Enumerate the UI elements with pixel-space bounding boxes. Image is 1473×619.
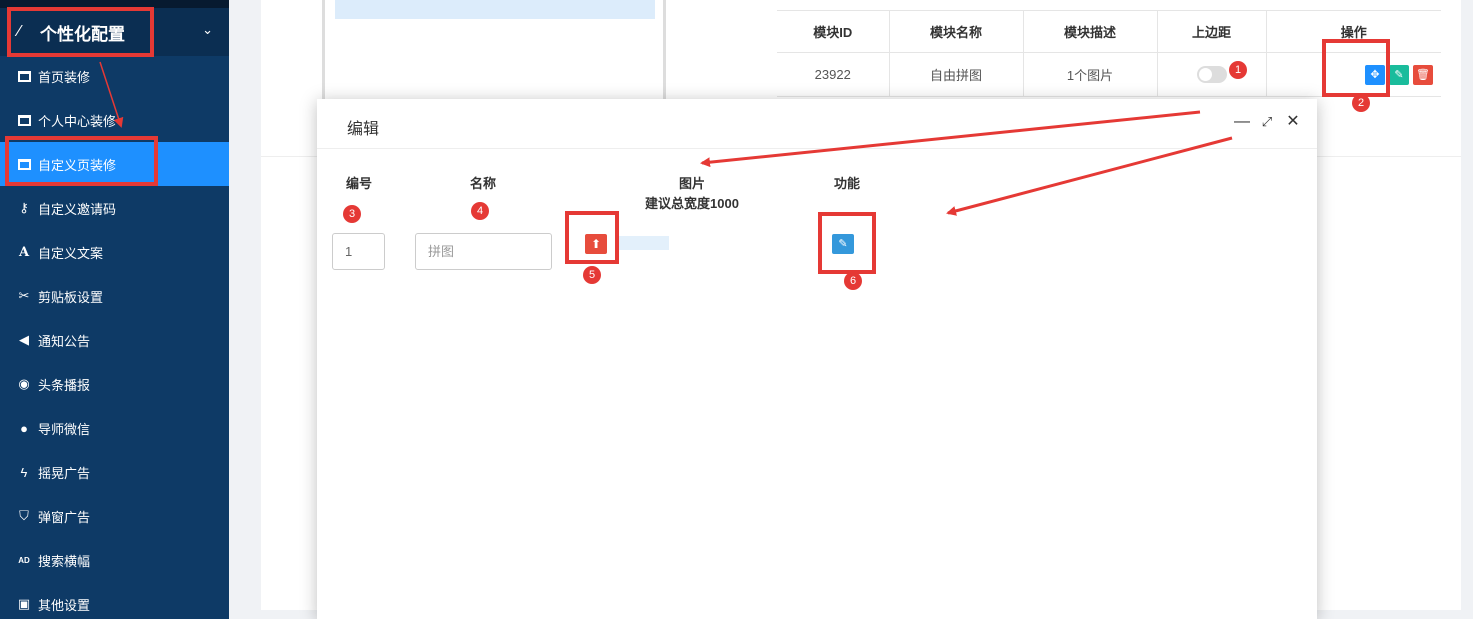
sidebar-item-clipboard[interactable]: ✂ 剪贴板设置: [0, 274, 229, 318]
column-function-label: 功能: [833, 176, 860, 191]
sidebar: ⁄ 个性化配置 ⌄ 首页装修 个人中心装修 自定义页装修 ⚷ 自定义邀请码 A …: [0, 0, 229, 619]
edit-button[interactable]: ✎: [1389, 64, 1409, 85]
column-name-label: 名称: [469, 176, 496, 191]
annotation-badge-5: 5: [583, 266, 601, 284]
column-header-module-id: 模块ID: [777, 10, 889, 53]
column-header-module-name: 模块名称: [888, 10, 1023, 53]
sidebar-item-other-settings[interactable]: ▣ 其他设置: [0, 582, 229, 619]
column-number-label: 编号: [345, 176, 372, 191]
annotation-box-function: [818, 212, 876, 274]
annotation-badge-4: 4: [471, 202, 489, 220]
sidebar-item-label: 摇晃广告: [38, 465, 91, 481]
name-input[interactable]: 拼图: [415, 233, 552, 270]
column-header-module-desc: 模块描述: [1022, 10, 1157, 53]
close-icon[interactable]: ✕: [1284, 113, 1302, 131]
sidebar-item-label: 弹窗广告: [38, 509, 91, 525]
annotation-box-actions: [1322, 39, 1390, 97]
sidebar-item-label: 头条播报: [38, 377, 91, 393]
annotation-box-upload: [565, 211, 619, 264]
modal-title: 编辑: [347, 121, 380, 138]
annotation-badge-1: 1: [1229, 61, 1247, 79]
sidebar-item-headline[interactable]: ◉ 头条播报: [0, 362, 229, 406]
sidebar-item-label: 首页装修: [38, 69, 91, 85]
sidebar-item-label: 通知公告: [38, 333, 91, 349]
image-icon: ▣: [17, 596, 31, 611]
sidebar-item-label: 个人中心装修: [38, 113, 117, 129]
maximize-icon[interactable]: ⤢: [1258, 113, 1276, 131]
sidebar-item-notice[interactable]: ◀ 通知公告: [0, 318, 229, 362]
chevron-down-icon: ⌄: [202, 22, 213, 37]
phone-preview: [322, 0, 666, 100]
sidebar-item-mentor-wechat[interactable]: ● 导师微信: [0, 406, 229, 450]
shield-icon: ⛉: [19, 508, 29, 523]
podcast-icon: ◉: [18, 376, 30, 391]
modal-header: 编辑 — ⤢ ✕: [317, 99, 1317, 149]
sidebar-item-label: 其他设置: [38, 597, 91, 613]
scissors-icon: ✂: [18, 288, 30, 303]
key-icon: ⚷: [19, 200, 29, 215]
sidebar-item-label: 自定义文案: [38, 245, 104, 261]
cell-top-margin: [1156, 52, 1266, 97]
cell-module-name: 自由拼图: [888, 52, 1023, 97]
sidebar-item-label: 自定义邀请码: [38, 201, 117, 217]
annotation-badge-3: 3: [343, 205, 361, 223]
window-icon: [16, 112, 32, 128]
image-width-hint: 建议总宽度1000: [645, 196, 739, 211]
cell-module-id: 23922: [777, 52, 889, 97]
sidebar-item-shake-ad[interactable]: ϟ 摇晃广告: [0, 450, 229, 494]
bolt-icon: ϟ: [20, 464, 28, 480]
font-icon: A: [18, 244, 30, 260]
phone-preview-selected-block[interactable]: [335, 0, 655, 19]
sidebar-item-invite-code[interactable]: ⚷ 自定义邀请码: [0, 186, 229, 230]
annotation-badge-2: 2: [1352, 94, 1370, 112]
annotation-box-custom-page: [5, 136, 158, 186]
wechat-icon: ●: [20, 420, 28, 436]
top-margin-toggle[interactable]: [1196, 66, 1227, 84]
column-header-top-margin: 上边距: [1156, 10, 1266, 53]
sidebar-item-label: 导师微信: [38, 421, 91, 437]
annotation-box-section: [7, 7, 154, 57]
sidebar-item-custom-copy[interactable]: A 自定义文案: [0, 230, 229, 274]
sidebar-item-label: 搜索横幅: [38, 553, 91, 569]
sidebar-item-label: 剪贴板设置: [38, 289, 104, 305]
sidebar-item-popup-ad[interactable]: ⛉ 弹窗广告: [0, 494, 229, 538]
column-image-label: 图片: [678, 176, 705, 191]
delete-button[interactable]: 🗑: [1413, 64, 1433, 85]
cell-module-desc: 1个图片: [1022, 52, 1157, 97]
ad-icon: AD: [18, 555, 30, 565]
bullhorn-icon: ◀: [19, 332, 29, 347]
sidebar-item-search-banner[interactable]: AD 搜索横幅: [0, 538, 229, 582]
window-icon: [16, 68, 32, 84]
image-thumbnail: [619, 236, 669, 250]
number-input[interactable]: 1: [332, 233, 385, 270]
minimize-icon[interactable]: —: [1233, 113, 1251, 131]
sidebar-item-home-decor[interactable]: 首页装修: [0, 54, 229, 98]
edit-modal: 编辑 — ⤢ ✕ 编号 名称 图片 建议总宽度1000 功能 1 拼图 ⬆ ✎: [317, 99, 1317, 619]
annotation-badge-6: 6: [844, 272, 862, 290]
